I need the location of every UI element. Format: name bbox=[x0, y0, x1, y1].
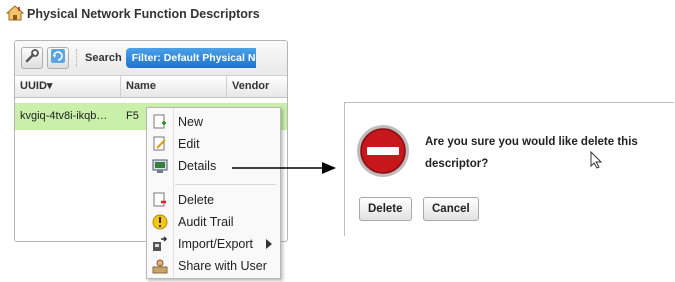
confirm-delete-dialog: Are you sure you would like delete this … bbox=[344, 102, 674, 236]
delete-button[interactable]: Delete bbox=[359, 197, 412, 221]
dialog-message: Are you sure you would like delete this … bbox=[425, 136, 638, 170]
cancel-button[interactable]: Cancel bbox=[423, 197, 479, 221]
mouse-cursor-icon bbox=[590, 150, 603, 174]
stop-icon bbox=[355, 123, 411, 184]
